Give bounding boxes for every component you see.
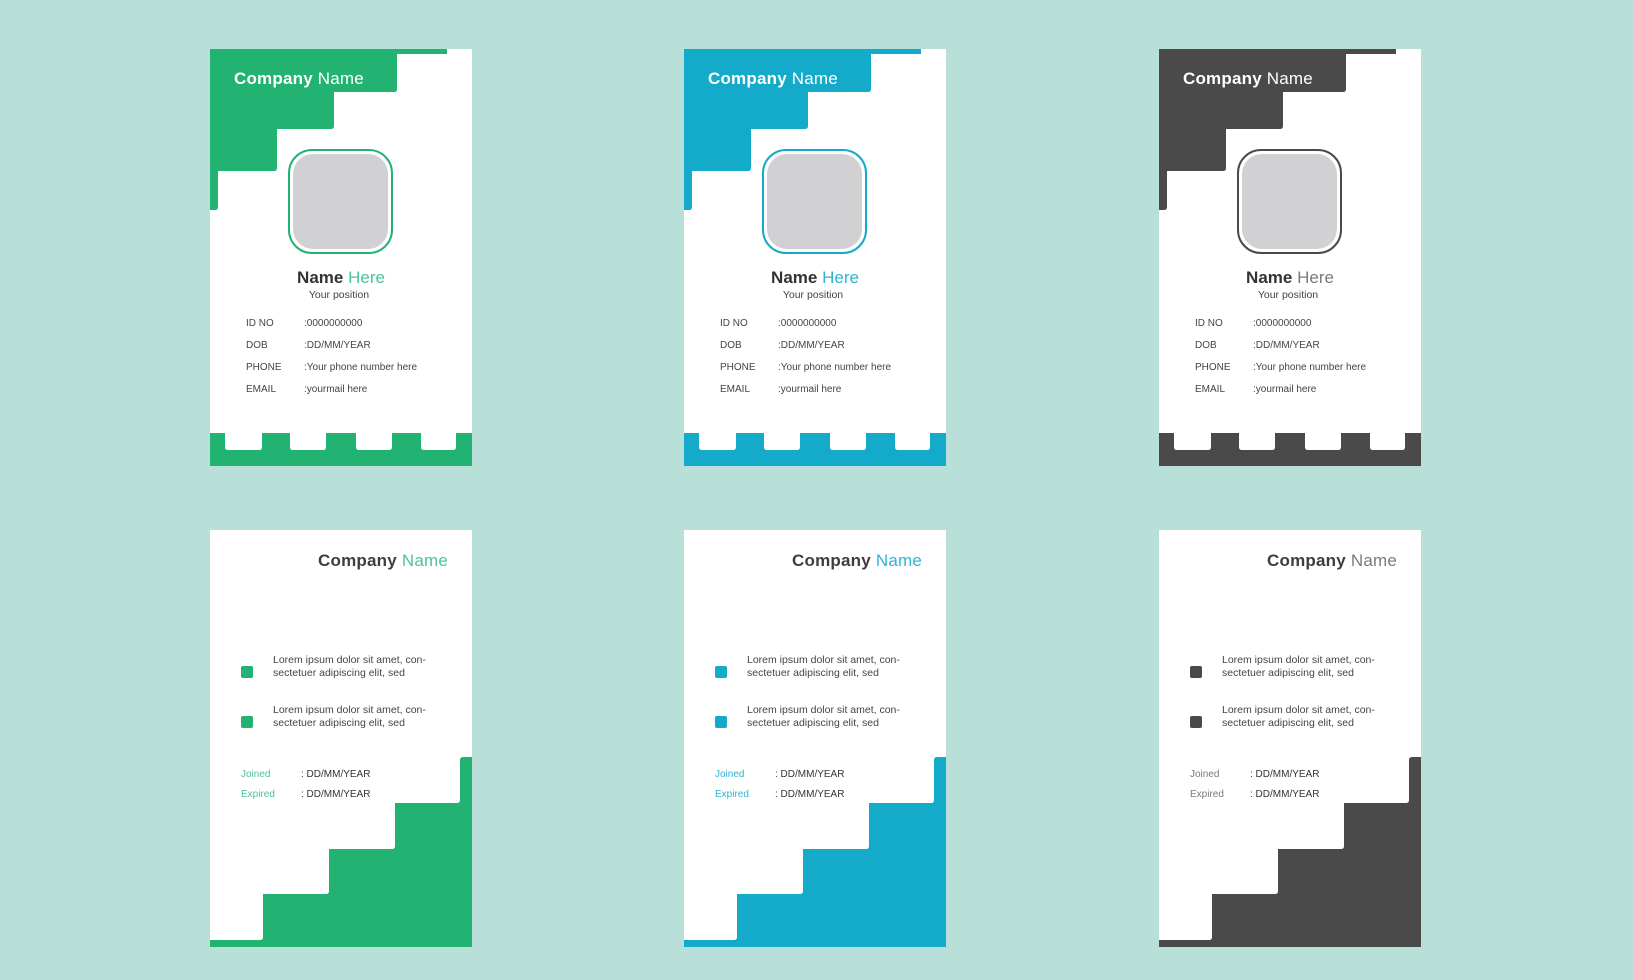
stair-header-shape (1159, 49, 1421, 466)
photo-area (1242, 154, 1337, 249)
bullet-square-icon (715, 716, 727, 728)
company-name: Company Name (318, 551, 448, 571)
person-name: Name Here (210, 268, 472, 288)
photo-placeholder[interactable] (1237, 149, 1342, 254)
bullet-text: Lorem ipsum dolor sit amet, con- sectetu… (273, 654, 426, 679)
bullet-square-icon (1190, 666, 1202, 678)
bullet-square-icon (241, 716, 253, 728)
date-label: Expired (1190, 789, 1224, 800)
field-value: :yourmail here (1253, 384, 1317, 395)
date-value: : DD/MM/YEAR (775, 769, 845, 780)
field-label: DOB (1195, 340, 1217, 351)
stair-header-shape (210, 49, 472, 466)
field-value: :DD/MM/YEAR (1253, 340, 1320, 351)
id-card-front-green: Company Name Name Here Your position ID … (210, 49, 472, 466)
photo-area (293, 154, 388, 249)
date-value: : DD/MM/YEAR (1250, 789, 1320, 800)
field-label: ID NO (1195, 318, 1223, 329)
position-text: Your position (1257, 289, 1319, 301)
company-name: Company Name (1267, 551, 1397, 571)
company-name-light: Name (401, 551, 448, 570)
bullet-text: Lorem ipsum dolor sit amet, con- sectetu… (273, 704, 426, 729)
position-text: Your position (308, 289, 370, 301)
photo-placeholder[interactable] (762, 149, 867, 254)
field-label: PHONE (246, 362, 282, 373)
photo-placeholder[interactable] (288, 149, 393, 254)
bullet-text: Lorem ipsum dolor sit amet, con- sectetu… (747, 654, 900, 679)
date-label: Expired (715, 789, 749, 800)
date-label: Joined (241, 769, 271, 780)
stair-header-shape (684, 49, 946, 466)
field-label: DOB (720, 340, 742, 351)
date-value: : DD/MM/YEAR (1250, 769, 1320, 780)
field-value: :yourmail here (778, 384, 842, 395)
id-card-back-dark: Company Name Lorem ipsum dolor sit amet,… (1159, 530, 1421, 947)
field-label: ID NO (246, 318, 274, 329)
field-value: :Your phone number here (304, 362, 418, 373)
id-card-back-green: Company Name Lorem ipsum dolor sit amet,… (210, 530, 472, 947)
company-name-bold: Company (708, 69, 787, 88)
position-text: Your position (782, 289, 844, 301)
photo-area (767, 154, 862, 249)
bullet-text: Lorem ipsum dolor sit amet, con- sectetu… (1222, 704, 1375, 729)
date-value: : DD/MM/YEAR (775, 789, 845, 800)
stair-footer-shape (684, 757, 946, 947)
company-name-light: Name (1350, 551, 1397, 570)
field-value: :0000000000 (778, 318, 837, 329)
bullet-square-icon (1190, 716, 1202, 728)
company-name-light: Name (1266, 69, 1313, 88)
field-label: EMAIL (720, 384, 751, 395)
bullet-text: Lorem ipsum dolor sit amet, con- sectetu… (1222, 654, 1375, 679)
company-name: Company Name (1183, 69, 1313, 89)
field-label: PHONE (1195, 362, 1231, 373)
field-value: :Your phone number here (1253, 362, 1367, 373)
field-value: :0000000000 (1253, 318, 1312, 329)
bullet-text: Lorem ipsum dolor sit amet, con- sectetu… (747, 704, 900, 729)
name-light: Here (1297, 268, 1334, 287)
person-name: Name Here (1159, 268, 1421, 288)
date-value: : DD/MM/YEAR (301, 769, 371, 780)
id-card-front-dark: Company Name Name Here Your position ID … (1159, 49, 1421, 466)
date-label: Joined (1190, 769, 1220, 780)
company-name-bold: Company (318, 551, 397, 570)
name-bold: Name (297, 268, 344, 287)
field-label: EMAIL (246, 384, 277, 395)
field-value: :0000000000 (304, 318, 363, 329)
field-label: EMAIL (1195, 384, 1226, 395)
company-name-bold: Company (234, 69, 313, 88)
field-label: PHONE (720, 362, 756, 373)
field-value: :Your phone number here (778, 362, 892, 373)
name-bold: Name (1246, 268, 1293, 287)
id-card-back-blue: Company Name Lorem ipsum dolor sit amet,… (684, 530, 946, 947)
company-name-bold: Company (1183, 69, 1262, 88)
company-name-bold: Company (1267, 551, 1346, 570)
field-label: ID NO (720, 318, 748, 329)
stair-footer-shape (1159, 757, 1421, 947)
bullet-square-icon (715, 666, 727, 678)
field-value: :DD/MM/YEAR (778, 340, 845, 351)
field-value: :DD/MM/YEAR (304, 340, 371, 351)
company-name: Company Name (708, 69, 838, 89)
company-name-light: Name (791, 69, 838, 88)
stair-footer-shape (210, 757, 472, 947)
id-card-front-blue: Company Name Name Here Your position ID … (684, 49, 946, 466)
date-label: Joined (715, 769, 745, 780)
name-light: Here (348, 268, 385, 287)
company-name-bold: Company (792, 551, 871, 570)
date-label: Expired (241, 789, 275, 800)
date-value: : DD/MM/YEAR (301, 789, 371, 800)
field-label: DOB (246, 340, 268, 351)
company-name-light: Name (875, 551, 922, 570)
person-name: Name Here (684, 268, 946, 288)
name-light: Here (822, 268, 859, 287)
field-value: :yourmail here (304, 384, 368, 395)
company-name-light: Name (317, 69, 364, 88)
bullet-square-icon (241, 666, 253, 678)
company-name: Company Name (234, 69, 364, 89)
name-bold: Name (771, 268, 818, 287)
company-name: Company Name (792, 551, 922, 571)
